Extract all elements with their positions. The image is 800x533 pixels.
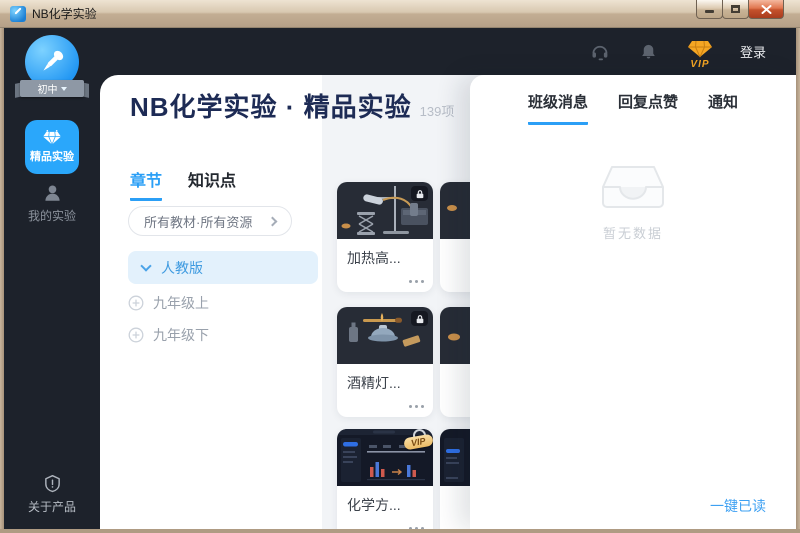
- more-icon[interactable]: [409, 527, 424, 529]
- tree-item-grade9-second[interactable]: 九年级下: [128, 325, 209, 345]
- app-icon: [10, 6, 26, 22]
- card-thumbnail: VIP: [337, 429, 433, 486]
- message-panel: 班级消息 回复点赞 通知 暂无数据 一键已读: [470, 75, 796, 529]
- card-info: 酒精灯...: [337, 364, 433, 417]
- vip-label: VIP: [690, 59, 709, 70]
- tab-chapters[interactable]: 章节: [130, 167, 162, 201]
- tree-item-label: 人教版: [161, 258, 203, 278]
- tab-knowledge-points[interactable]: 知识点: [188, 167, 236, 201]
- mark-all-read-link[interactable]: 一键已读: [710, 496, 766, 516]
- tab-class-messages[interactable]: 班级消息: [528, 91, 588, 125]
- card-info: 化学方...: [337, 486, 433, 529]
- expand-plus-icon: [128, 295, 144, 311]
- gem-icon: [42, 130, 62, 145]
- dropper-icon: [37, 47, 67, 77]
- login-button[interactable]: 登录: [740, 42, 766, 61]
- window-title: NB化学实验: [32, 5, 97, 22]
- minimize-button[interactable]: [696, 0, 723, 19]
- card-title: 化学方...: [347, 495, 401, 515]
- more-icon[interactable]: [409, 405, 424, 408]
- vip-diamond-icon: [687, 40, 713, 58]
- tree-item-grade9-first[interactable]: 九年级上: [128, 293, 209, 313]
- person-icon: [42, 183, 63, 203]
- tree-item-label: 九年级上: [153, 293, 209, 313]
- card-thumbnail: [337, 182, 433, 239]
- experiment-card-chemical-equation[interactable]: VIP 化学方...: [337, 429, 433, 529]
- about-info-icon: [43, 474, 62, 493]
- empty-text: 暂无数据: [603, 223, 663, 242]
- tree-item-label: 九年级下: [153, 325, 209, 345]
- page-header: NB化学实验 · 精品实验 139项: [130, 87, 454, 124]
- grade-badge[interactable]: 初中: [20, 80, 84, 97]
- app-body: VIP 登录 初中: [4, 28, 796, 529]
- card-thumbnail: [337, 307, 433, 364]
- page-title: NB化学实验 · 精品实验: [130, 87, 412, 124]
- window-border-bottom: [0, 529, 800, 533]
- caret-down-icon: [61, 87, 67, 91]
- titlebar[interactable]: NB化学实验: [0, 0, 800, 28]
- tree-item-renjiaoban[interactable]: 人教版: [128, 251, 318, 284]
- window-controls: [697, 0, 784, 19]
- topbar-actions: VIP 登录: [589, 28, 766, 75]
- textbook-filter-button[interactable]: 所有教材·所有资源: [128, 206, 292, 236]
- chevron-right-icon: [268, 217, 278, 227]
- notification-bell-icon[interactable]: [638, 41, 660, 63]
- chevron-down-icon: [140, 260, 151, 271]
- empty-state: 暂无数据: [470, 161, 796, 242]
- sidebar: 初中 精品实验 我的实验: [4, 28, 100, 529]
- experiment-card-alcohol-lamp[interactable]: 酒精灯...: [337, 307, 433, 417]
- tab-replies-likes[interactable]: 回复点赞: [618, 91, 678, 125]
- sidebar-item-label: 关于产品: [28, 498, 76, 515]
- close-icon: [761, 5, 772, 14]
- sidebar-item-about-product[interactable]: 关于产品: [4, 474, 100, 515]
- experiment-card-heating[interactable]: 加热高...: [337, 182, 433, 292]
- message-panel-tabs: 班级消息 回复点赞 通知: [470, 75, 796, 125]
- card-title: 加热高...: [347, 248, 401, 268]
- window-border-right: [796, 28, 800, 533]
- empty-inbox-icon: [598, 161, 668, 211]
- minimize-icon: [705, 10, 714, 13]
- grade-badge-label: 初中: [38, 81, 58, 96]
- tab-notifications[interactable]: 通知: [708, 91, 738, 125]
- expand-plus-icon: [128, 327, 144, 343]
- sidebar-item-label: 我的实验: [28, 207, 76, 224]
- sidebar-item-featured-experiments[interactable]: 精品实验: [25, 120, 79, 174]
- lock-icon: [411, 186, 428, 201]
- main-tabs: 章节 知识点: [130, 167, 236, 201]
- sidebar-item-my-experiments[interactable]: 我的实验: [4, 183, 100, 224]
- maximize-button[interactable]: [722, 0, 749, 19]
- card-info: 加热高...: [337, 239, 433, 292]
- item-count: 139项: [420, 101, 455, 124]
- close-button[interactable]: [748, 0, 784, 19]
- more-icon[interactable]: [409, 280, 424, 283]
- support-headset-icon[interactable]: [589, 41, 611, 63]
- textbook-filter-label: 所有教材·所有资源: [144, 212, 252, 231]
- maximize-icon: [731, 5, 740, 13]
- sidebar-item-label: 精品实验: [30, 148, 74, 164]
- lock-icon: [411, 311, 428, 326]
- card-title: 酒精灯...: [347, 373, 401, 393]
- vip-button[interactable]: VIP: [687, 40, 713, 70]
- app-window: NB化学实验: [0, 0, 800, 533]
